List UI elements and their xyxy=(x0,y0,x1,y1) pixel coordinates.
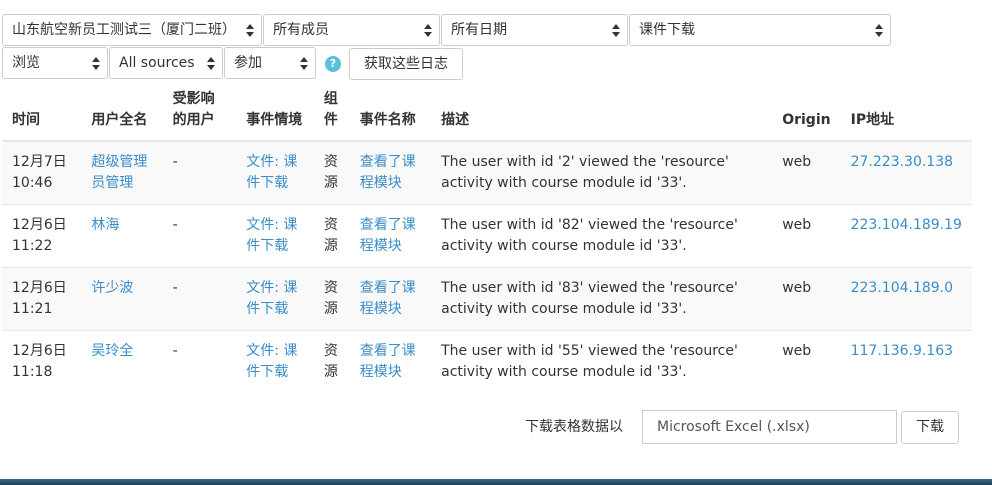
course-select[interactable]: 山东航空新员工测试三（厦门二班） xyxy=(2,14,262,46)
table-row: 12月6日 11:18 吴玲全 - 文件: 课件下载 资源 查看了课程模块 Th… xyxy=(2,330,972,393)
header-ip-address[interactable]: IP地址 xyxy=(840,81,972,142)
cell-description: The user with id '55' viewed the 'resour… xyxy=(431,330,773,393)
help-icon[interactable]: ? xyxy=(325,56,341,72)
event-name-link[interactable]: 查看了课程模块 xyxy=(360,343,416,380)
dates-select-value: 所有日期 xyxy=(451,22,507,38)
cell-affected-user: - xyxy=(162,267,237,331)
cell-description: The user with id '82' viewed the 'resour… xyxy=(431,204,773,268)
cell-description: The user with id '83' viewed the 'resour… xyxy=(431,267,773,331)
cell-origin: web xyxy=(772,204,841,268)
ip-link[interactable]: 223.104.189.0 xyxy=(851,280,953,296)
download-button[interactable]: 下载 xyxy=(901,411,959,444)
cell-affected-user: - xyxy=(162,330,237,393)
download-label: 下载表格数据以 xyxy=(525,419,623,435)
cell-component: 资源 xyxy=(313,330,350,393)
cell-affected-user: - xyxy=(162,140,237,205)
select-arrows-icon xyxy=(875,24,883,37)
table-row: 12月6日 11:21 许少波 - 文件: 课件下载 资源 查看了课程模块 Th… xyxy=(2,267,972,331)
select-arrows-icon xyxy=(92,57,100,70)
activity-select[interactable]: 课件下载 xyxy=(629,14,891,46)
select-arrows-icon xyxy=(300,57,308,70)
cell-origin: web xyxy=(772,330,841,393)
get-logs-button[interactable]: 获取这些日志 xyxy=(349,48,463,80)
event-name-link[interactable]: 查看了课程模块 xyxy=(360,280,416,317)
context-link[interactable]: 文件: 课件下载 xyxy=(246,217,297,254)
table-row: 12月7日 10:46 超级管理员管理 - 文件: 课件下载 资源 查看了课程模… xyxy=(2,140,972,205)
cell-description: The user with id '2' viewed the 'resourc… xyxy=(431,140,773,205)
select-arrows-icon xyxy=(207,57,215,70)
sources-select[interactable]: All sources xyxy=(109,47,223,79)
cell-time: 12月6日 11:18 xyxy=(2,330,82,393)
header-event-name[interactable]: 事件名称 xyxy=(349,81,432,142)
action-select-value: 浏览 xyxy=(12,55,40,71)
cell-affected-user: - xyxy=(162,204,237,268)
cell-component: 资源 xyxy=(313,267,350,331)
header-user-fullname[interactable]: 用户全名 xyxy=(81,81,163,142)
header-component[interactable]: 组件 xyxy=(313,81,350,142)
ip-link[interactable]: 117.136.9.163 xyxy=(851,343,953,359)
download-format-value: Microsoft Excel (.xlsx) xyxy=(657,419,810,435)
user-link[interactable]: 许少波 xyxy=(91,280,133,296)
select-arrows-icon xyxy=(246,24,254,37)
context-link[interactable]: 文件: 课件下载 xyxy=(246,154,297,191)
cell-component: 资源 xyxy=(313,204,350,268)
log-table: 时间 用户全名 受影响的用户 事件情境 组件 事件名称 描述 Origin IP… xyxy=(2,81,972,393)
event-name-link[interactable]: 查看了课程模块 xyxy=(360,154,416,191)
edulevel-select[interactable]: 参加 xyxy=(224,47,316,79)
edulevel-select-value: 参加 xyxy=(234,55,262,71)
cell-time: 12月6日 11:21 xyxy=(2,267,82,331)
ip-link[interactable]: 223.104.189.19 xyxy=(851,217,962,233)
header-affected-user[interactable]: 受影响的用户 xyxy=(162,81,237,142)
download-format-select[interactable]: Microsoft Excel (.xlsx) xyxy=(642,410,897,444)
cell-component: 资源 xyxy=(313,140,350,205)
user-link[interactable]: 超级管理员管理 xyxy=(91,154,147,191)
members-select-value: 所有成员 xyxy=(273,22,329,38)
context-link[interactable]: 文件: 课件下载 xyxy=(246,280,297,317)
header-origin[interactable]: Origin xyxy=(772,81,841,142)
dates-select[interactable]: 所有日期 xyxy=(441,14,628,46)
course-select-value: 山东航空新员工测试三（厦门二班） xyxy=(12,22,236,38)
action-select[interactable]: 浏览 xyxy=(2,47,108,79)
cell-time: 12月7日 10:46 xyxy=(2,140,82,205)
header-event-context[interactable]: 事件情境 xyxy=(236,81,314,142)
header-description[interactable]: 描述 xyxy=(431,81,773,142)
context-link[interactable]: 文件: 课件下载 xyxy=(246,343,297,380)
ip-link[interactable]: 27.223.30.138 xyxy=(851,154,953,170)
taskbar xyxy=(0,479,992,485)
user-link[interactable]: 吴玲全 xyxy=(91,343,133,359)
event-name-link[interactable]: 查看了课程模块 xyxy=(360,217,416,254)
select-arrows-icon xyxy=(612,24,620,37)
cell-origin: web xyxy=(772,267,841,331)
cell-origin: web xyxy=(772,140,841,205)
activity-select-value: 课件下载 xyxy=(639,22,695,38)
table-row: 12月6日 11:22 林海 - 文件: 课件下载 资源 查看了课程模块 The… xyxy=(2,204,972,268)
header-time[interactable]: 时间 xyxy=(2,81,82,142)
cell-time: 12月6日 11:22 xyxy=(2,204,82,268)
user-link[interactable]: 林海 xyxy=(91,217,119,233)
sources-select-value: All sources xyxy=(119,55,195,71)
select-arrows-icon xyxy=(424,24,432,37)
table-header-row: 时间 用户全名 受影响的用户 事件情境 组件 事件名称 描述 Origin IP… xyxy=(2,81,972,142)
members-select[interactable]: 所有成员 xyxy=(263,14,440,46)
